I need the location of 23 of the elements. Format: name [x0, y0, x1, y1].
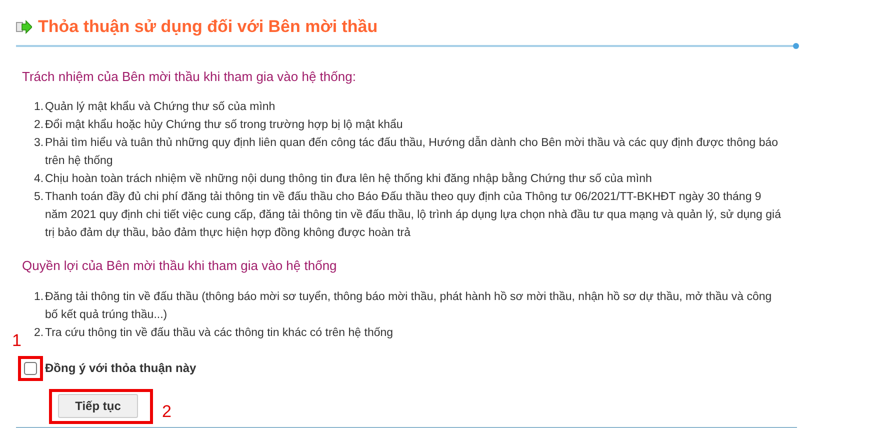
list-item-text: Quản lý mật khẩu và Chứng thư số của mình — [45, 100, 276, 115]
list-item-text: Tra cứu thông tin về đấu thầu và các thông tin khác có trên hệ thống — [45, 326, 394, 340]
item-number: 1. — [34, 100, 44, 115]
item-number: 2. — [34, 326, 44, 340]
annotation-number: 2 — [162, 400, 172, 422]
continue-button[interactable]: Tiếp tục — [58, 394, 138, 418]
agree-label: Đồng ý với thỏa thuận này — [45, 360, 196, 377]
list-item-text: Thanh toán đầy đủ chi phí đăng tải thông tin về đấu thầu cho Báo Đấu thầu theo quy định của Thông tư 06/2021/TT-BKHĐT ngày 30 tháng 9 năm 2021 quy định chi tiết việc cung cấp, đăng tải thông tin về đấu thầu, lộ trình áp dụng lựa chọn nhà đầu tư qua mạng và quản lý, sử dụng giá trị bảo đảm dự thầu, bảo đảm thực hiện hợp đồng không được hoàn trả — [45, 190, 782, 241]
item-number: 2. — [34, 118, 44, 133]
item-number: 3. — [34, 136, 44, 151]
agree-checkbox[interactable] — [24, 362, 37, 374]
section-heading: Quyền lợi của Bên mời thầu khi tham gia vào hệ thống — [22, 257, 338, 275]
section-heading: Trách nhiệm của Bên mời thầu khi tham gia vào hệ thống: — [22, 68, 357, 86]
list-item-text: Đăng tải thông tin về đấu thầu (thông báo mời sơ tuyển, thông báo mời thầu, phát hành hồ sơ mời thầu, nhận hồ sơ dự thầu, mở thầu và công bố kết quả trúng thầu...) — [45, 290, 773, 322]
item-number: 5. — [34, 190, 44, 205]
item-number: 1. — [34, 290, 44, 304]
arrow-icon — [16, 20, 32, 34]
list-item-text: Chịu hoàn toàn trách nhiệm về những nội dung thông tin đưa lên hệ thống khi đăng nhập bằng Chứng thư số của mình — [45, 171, 653, 187]
list-item-text: Đổi mật khẩu hoặc hủy Chứng thư số trong trường hợp bị lộ mật khẩu — [45, 118, 404, 133]
item-number: 4. — [34, 172, 44, 187]
list-item-text: Phải tìm hiểu và tuân thủ những quy định liên quan đến công tác đấu thầu, Hướng dẫn dành cho Bên mời thầu và các quy định được thông báo trên hệ thống — [45, 135, 780, 169]
annotation-number: 1 — [12, 330, 22, 352]
page-title: Thỏa thuận sử dụng đối với Bên mời thầu — [38, 16, 378, 38]
